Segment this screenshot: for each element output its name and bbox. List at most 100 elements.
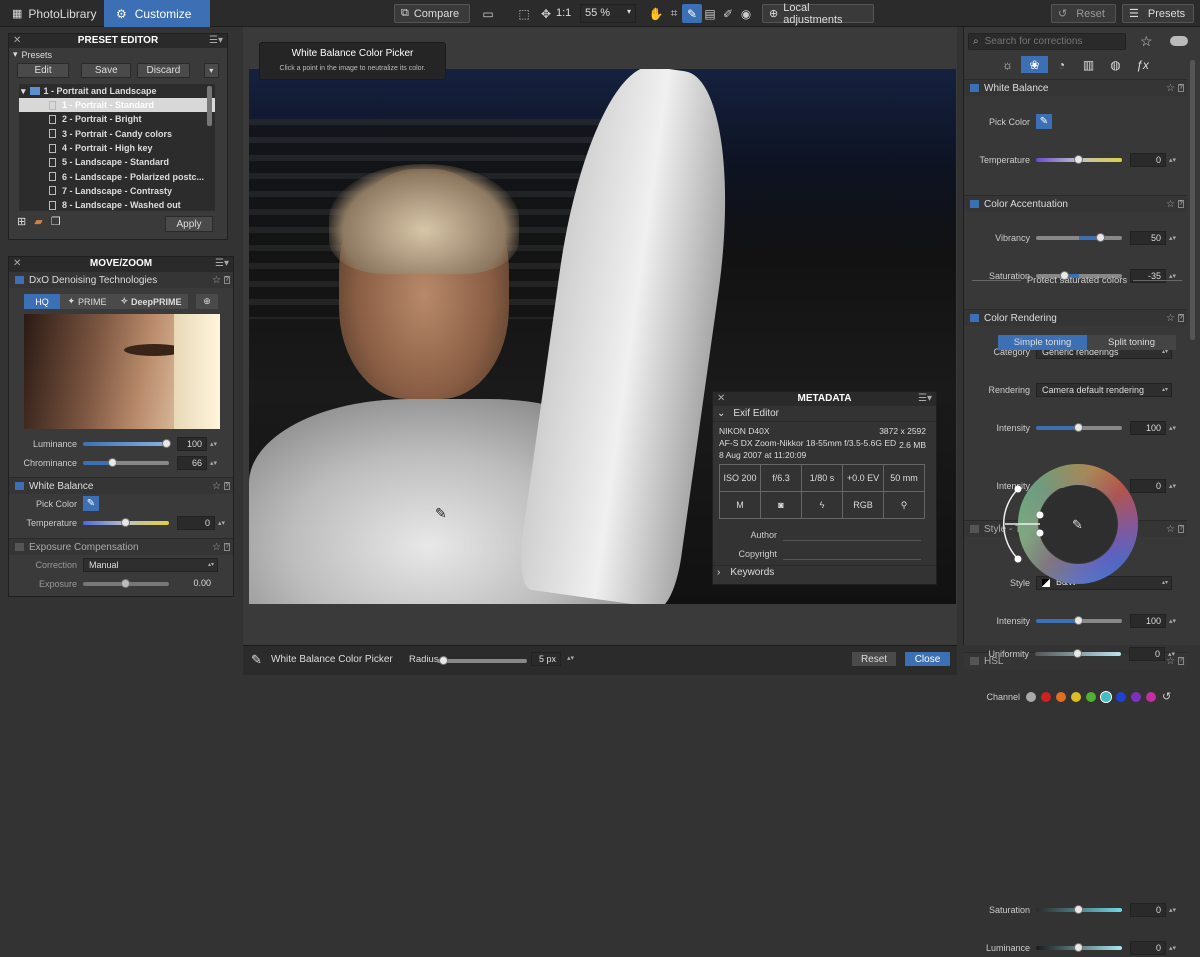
stepper-icon[interactable]: ▴▾ (1169, 944, 1176, 952)
uniformity-value[interactable]: 0 (1129, 646, 1165, 661)
slider-knob[interactable] (121, 517, 130, 527)
preset-folder[interactable]: ▾ 1 - Portrait and Landscape (19, 84, 215, 98)
preset-item[interactable]: 6 - Landscape - Polarized postc... (19, 169, 215, 183)
vibrancy-slider[interactable] (1036, 232, 1122, 242)
layout-icon[interactable]: ▭ (478, 4, 498, 23)
folder-add-icon[interactable]: ▰ (34, 215, 42, 228)
loupe-target-icon[interactable]: ⊕ (196, 294, 218, 309)
help-icon[interactable]: ? (224, 543, 230, 551)
help-icon[interactable]: ? (224, 482, 230, 490)
stepper-icon[interactable]: ▴▾ (210, 440, 217, 448)
eyedropper-icon[interactable]: ✎ (83, 496, 99, 511)
temperature-slider[interactable] (1036, 154, 1122, 164)
zoom-level-select[interactable]: 55 % ▾ (580, 4, 636, 23)
color-icon[interactable]: ❀ (1021, 56, 1048, 73)
reset-button[interactable]: ↺ Reset (1051, 4, 1116, 23)
compare-button[interactable]: ⧉ Compare (394, 4, 470, 23)
detail-icon[interactable]: ◔ (1048, 56, 1075, 73)
intensity-value[interactable]: 100 (1130, 420, 1166, 435)
color-accentuation-header[interactable]: Color Accentuation ☆? (964, 195, 1187, 212)
slider-knob[interactable] (1073, 648, 1082, 658)
luminance-value[interactable]: 100 (177, 436, 207, 451)
hsl-luminance-slider[interactable] (1036, 942, 1122, 952)
eyedropper-icon[interactable]: ✎ (1072, 518, 1083, 533)
search-box[interactable]: ⌕ (968, 33, 1126, 50)
eyedropper-icon[interactable]: ✎ (1036, 114, 1052, 129)
color-rendering-header[interactable]: Color Rendering ☆? (964, 309, 1187, 326)
tab-photolibrary[interactable]: ▦ PhotoLibrary (0, 0, 104, 27)
deepprime-tab[interactable]: ✧ DeepPRIME (114, 294, 188, 309)
geometry-icon[interactable]: ▥ (1075, 56, 1102, 73)
star-icon[interactable]: ☆ (1166, 313, 1175, 324)
channel-swatch[interactable] (1086, 691, 1096, 702)
star-icon[interactable]: ☆ (1166, 83, 1175, 94)
save-button[interactable]: Save (81, 63, 132, 78)
corrections-scrollbar[interactable] (1190, 60, 1195, 340)
keywords-section[interactable]: › Keywords (713, 565, 936, 579)
preset-item[interactable]: 4 - Portrait - High key (19, 141, 215, 155)
exposure-slider[interactable] (83, 578, 169, 588)
hsl-color-wheel[interactable]: ✎ (1000, 459, 1150, 589)
apply-button[interactable]: Apply (165, 216, 213, 232)
hand-icon[interactable]: ✋ (646, 4, 666, 23)
channel-swatch[interactable] (1100, 690, 1112, 703)
temperature-value[interactable]: 0 (177, 515, 215, 530)
slider-knob[interactable] (162, 438, 171, 448)
channel-swatch[interactable] (1026, 691, 1036, 702)
wb-section-header[interactable]: White Balance ☆? (9, 477, 233, 494)
hq-tab[interactable]: HQ (24, 294, 60, 309)
uniformity-slider[interactable] (1035, 648, 1121, 658)
help-icon[interactable]: ? (224, 276, 230, 284)
slider-knob[interactable] (1074, 942, 1083, 952)
temperature-value[interactable]: 0 (1130, 152, 1166, 167)
help-icon[interactable]: ? (1178, 525, 1184, 533)
discard-button[interactable]: Discard (137, 63, 190, 78)
horizon-icon[interactable]: ▤ (700, 4, 720, 23)
tab-customize[interactable]: ⚙ Customize (104, 0, 210, 27)
slider-knob[interactable] (121, 578, 130, 588)
stepper-icon[interactable]: ▴▾ (1169, 156, 1176, 164)
close-button[interactable]: Close (904, 651, 951, 667)
repair-icon[interactable]: ✐ (718, 4, 738, 23)
range-handle[interactable] (1036, 511, 1044, 519)
stepper-icon[interactable]: ▴▾ (1169, 482, 1176, 490)
preset-item[interactable]: 3 - Portrait - Candy colors (19, 127, 215, 141)
close-icon[interactable]: ✕ (13, 34, 21, 48)
fit-icon[interactable]: ⬚ (514, 4, 534, 23)
vibrancy-value[interactable]: 50 (1130, 230, 1166, 245)
stepper-icon[interactable]: ▴▾ (1169, 424, 1176, 432)
split-toning-tab[interactable]: Split toning (1087, 335, 1176, 350)
preset-item[interactable]: 1 - Portrait - Standard (19, 98, 215, 113)
panel-menu-icon[interactable]: ☰▾ (209, 34, 223, 48)
hsl-luminance-value[interactable]: 0 (1130, 940, 1166, 955)
channel-swatch[interactable] (1056, 691, 1066, 702)
stepper-icon[interactable]: ▴▾ (1169, 617, 1176, 625)
stepper-icon[interactable]: ▴▾ (1168, 650, 1175, 658)
help-icon[interactable]: ? (1178, 84, 1184, 92)
wb-section-header[interactable]: White Balance ☆? (964, 79, 1187, 96)
preset-item[interactable]: 8 - Landscape - Washed out (19, 198, 215, 211)
reset-button[interactable]: Reset (851, 651, 897, 667)
radius-value[interactable]: 5 px (531, 652, 561, 666)
crop-icon[interactable]: ⌗ (664, 4, 684, 23)
local-adjustments-button[interactable]: ⊕ Local adjustments (762, 2, 874, 26)
eyedropper-icon[interactable]: ✎ (682, 4, 702, 23)
channel-swatch[interactable] (1041, 691, 1051, 702)
presets-button[interactable]: ☰ Presets (1122, 4, 1194, 23)
preset-item[interactable]: 7 - Landscape - Contrasty (19, 184, 215, 198)
slider-knob[interactable] (1074, 154, 1083, 164)
close-icon[interactable]: ✕ (13, 257, 21, 271)
enable-toggle[interactable] (970, 525, 979, 533)
enable-toggle[interactable] (970, 200, 979, 208)
presets-group[interactable]: ▾ Presets (9, 48, 227, 61)
range-handle[interactable] (1036, 529, 1044, 537)
channel-swatch[interactable] (1131, 691, 1141, 702)
star-icon[interactable]: ☆ (1166, 524, 1175, 535)
denoise-section-header[interactable]: DxO Denoising Technologies ☆? (9, 271, 233, 288)
exposure-section-header[interactable]: Exposure Compensation ☆? (9, 538, 233, 555)
hsl-saturation-value[interactable]: 0 (1130, 902, 1166, 917)
star-icon[interactable]: ☆ (1166, 199, 1175, 210)
stepper-icon[interactable]: ▴▾ (567, 654, 574, 662)
move-icon[interactable]: ✥ (536, 4, 556, 23)
slider-knob[interactable] (439, 656, 448, 665)
